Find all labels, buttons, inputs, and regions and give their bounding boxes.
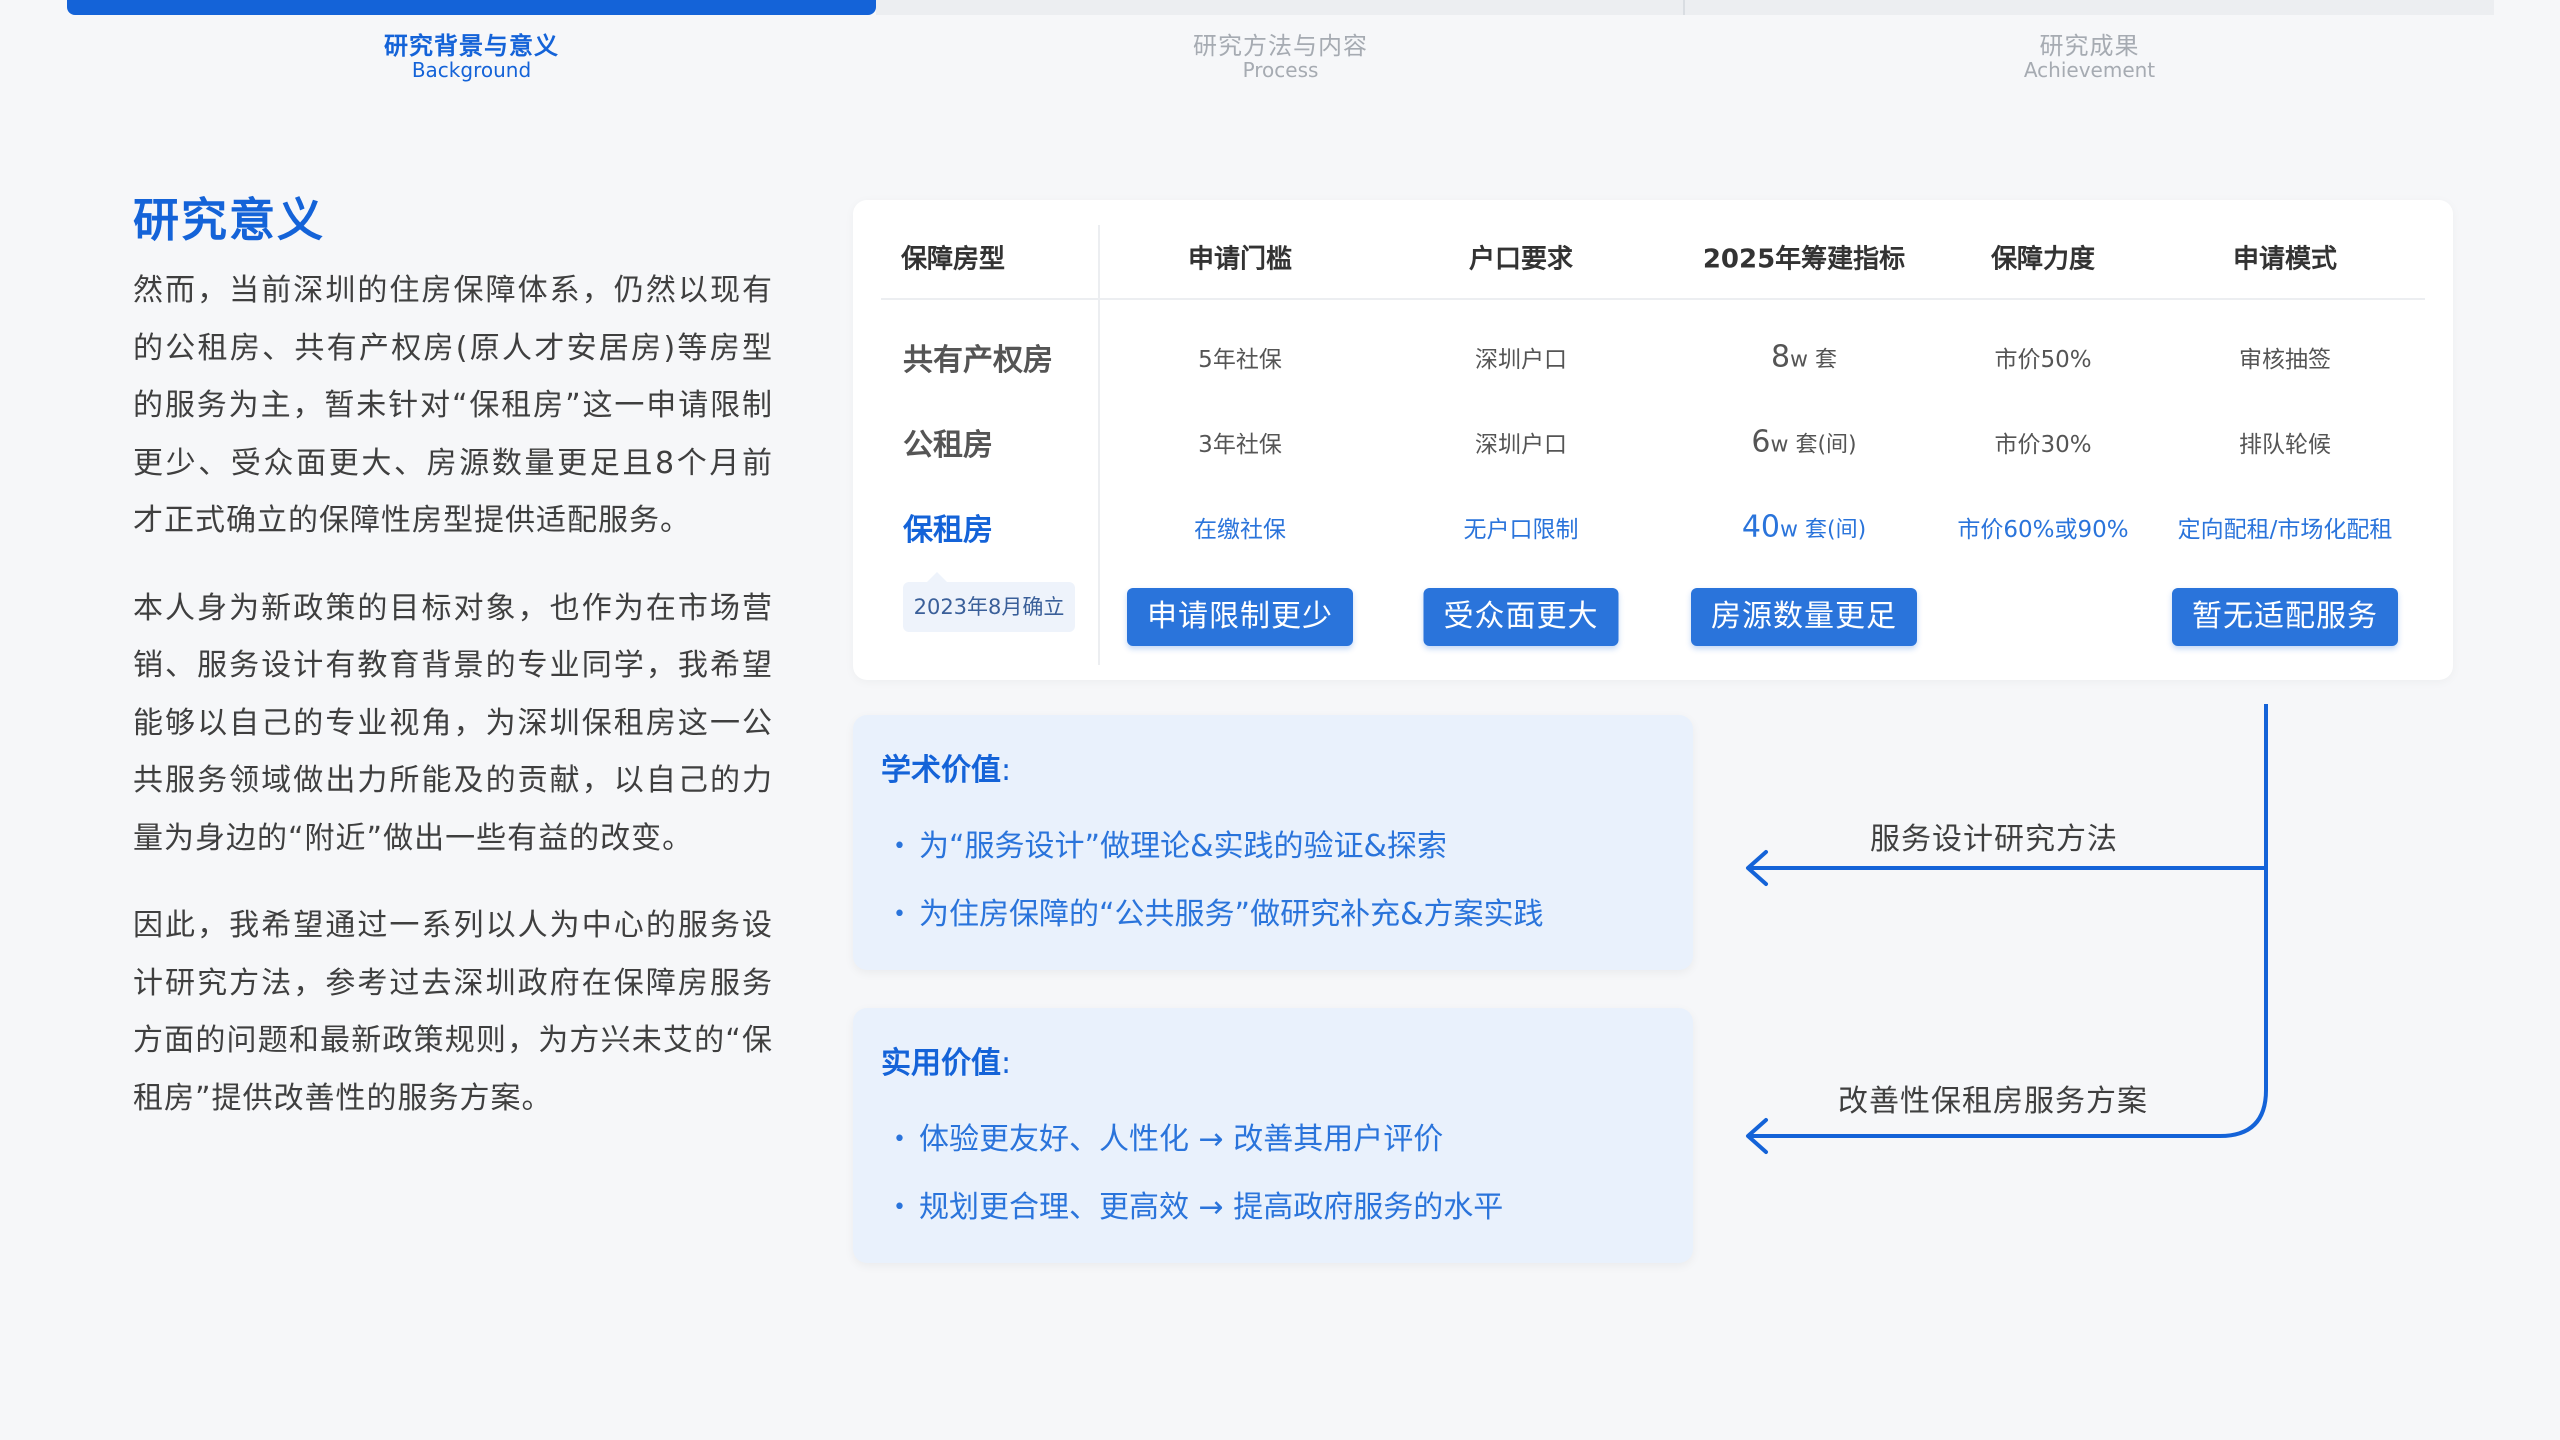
quota-unit: w 套 xyxy=(1790,347,1838,373)
header-housing-type: 保障房型 xyxy=(900,244,1006,275)
tag-no-adapted-service: 暂无适配服务 xyxy=(2172,588,2398,646)
step-tab-subtitle: Achievement xyxy=(2023,58,2156,82)
step-progress-bar xyxy=(876,0,1685,15)
cell-threshold: 在缴社保 xyxy=(1194,517,1286,543)
card-title: 实用价值: xyxy=(881,1038,1011,1082)
tag-more-supply: 房源数量更足 xyxy=(1691,588,1917,646)
paragraph: 然而，当前深圳的住房保障体系，仍然以现有的公租房、共有产权房(原人才安居房)等房… xyxy=(133,273,773,538)
header-strength: 保障力度 xyxy=(1990,244,2096,275)
header-hukou: 户口要求 xyxy=(1468,244,1574,275)
step-tab-title: 研究方法与内容 xyxy=(1193,32,1368,60)
cell-strength: 市价50% xyxy=(1994,347,2092,373)
value-list: 为“服务设计”做理论&实践的验证&探索 为住房保障的“公共服务”做研究补充&方案… xyxy=(881,813,1543,949)
header-threshold: 申请门槛 xyxy=(1187,244,1293,275)
cell-threshold: 5年社保 xyxy=(1198,347,1282,373)
step-tab-background[interactable]: 研究背景与意义 Background xyxy=(67,0,876,130)
cell-hukou: 深圳户口 xyxy=(1475,347,1567,373)
connector-line-solution xyxy=(1750,704,2268,1138)
housing-comparison-table: 保障房型 申请门槛 户口要求 2025年筹建指标 保障力度 申请模式 共有产权房… xyxy=(853,200,2453,680)
tag-fewer-restrictions: 申请限制更少 xyxy=(1127,588,1353,646)
value-list: 体验更友好、人性化 → 改善其用户评价 规划更合理、更高效 → 提高政府服务的水… xyxy=(881,1106,1503,1242)
date-note: 2023年8月确立 xyxy=(903,572,1075,632)
section-title: 研究意义 xyxy=(133,193,325,247)
card-title: 学术价值: xyxy=(881,745,1011,789)
list-item: 为住房保障的“公共服务”做研究补充&方案实践 xyxy=(881,881,1543,949)
list-item: 体验更友好、人性化 → 改善其用户评价 xyxy=(881,1106,1503,1174)
cell-quota: 40w 套(间) xyxy=(1742,510,1866,545)
quota-number: 40 xyxy=(1741,509,1781,545)
step-tab-title: 研究成果 xyxy=(2039,32,2140,60)
step-progress-bar xyxy=(67,0,876,15)
cell-hukou: 无户口限制 xyxy=(1463,517,1579,543)
quota-number: 6 xyxy=(1751,424,1771,460)
row-label: 公租房 xyxy=(903,428,993,463)
card-title-text: 学术价值 xyxy=(881,753,1001,788)
quota-number: 8 xyxy=(1770,339,1791,375)
step-progress-bar xyxy=(1685,0,2494,15)
paragraph: 因此，我希望通过一系列以人为中心的服务设计研究方法，参考过去深圳政府在保障房服务… xyxy=(133,908,773,1116)
header-divider xyxy=(881,298,2425,300)
cell-threshold: 3年社保 xyxy=(1198,432,1282,458)
list-item: 规划更合理、更高效 → 提高政府服务的水平 xyxy=(881,1174,1503,1242)
cell-quota: 8w 套 xyxy=(1771,340,1837,375)
step-tab-subtitle: Background xyxy=(411,58,532,82)
list-item: 为“服务设计”做理论&实践的验证&探索 xyxy=(881,813,1543,881)
paragraph: 本人身为新政策的目标对象，也作为在市场营销、服务设计有教育背景的专业同学，我希望… xyxy=(133,590,773,856)
step-tab-title: 研究背景与意义 xyxy=(384,32,559,60)
step-tab-process[interactable]: 研究方法与内容 Process xyxy=(876,0,1685,130)
research-significance-section: 研究意义 然而，当前深圳的住房保障体系，仍然以现有的公租房、共有产权房(原人才安… xyxy=(133,190,773,1157)
cell-hukou: 深圳户口 xyxy=(1475,432,1567,458)
practical-value-card: 实用价值: 体验更友好、人性化 → 改善其用户评价 规划更合理、更高效 → 提高… xyxy=(853,1008,1693,1263)
cell-strength: 市价30% xyxy=(1994,432,2092,458)
arrow-label-method: 服务设计研究方法 xyxy=(1870,822,2118,857)
header-mode: 申请模式 xyxy=(2232,244,2338,275)
column-divider xyxy=(1098,225,1100,665)
header-quota: 2025年筹建指标 xyxy=(1702,244,1906,275)
card-title-text: 实用价值 xyxy=(881,1046,1001,1081)
step-tabs: 研究背景与意义 Background 研究方法与内容 Process 研究成果 … xyxy=(67,0,2495,130)
cell-mode: 定向配租/市场化配租 xyxy=(2177,517,2393,543)
row-label: 保租房 xyxy=(903,513,993,548)
step-tab-subtitle: Process xyxy=(1242,58,1319,82)
cell-strength: 市价60%或90% xyxy=(1957,517,2129,543)
quota-unit: w 套(间) xyxy=(1770,432,1857,458)
cell-mode: 排队轮候 xyxy=(2239,432,2331,458)
academic-value-card: 学术价值: 为“服务设计”做理论&实践的验证&探索 为住房保障的“公共服务”做研… xyxy=(853,715,1693,970)
card-title-colon: : xyxy=(1001,1046,1012,1081)
step-tab-achievement[interactable]: 研究成果 Achievement xyxy=(1685,0,2494,130)
arrow-label-solution: 改善性保租房服务方案 xyxy=(1838,1084,2148,1119)
cell-quota: 6w 套(间) xyxy=(1751,425,1856,460)
quota-unit: w 套(间) xyxy=(1780,517,1867,543)
cell-mode: 审核抽签 xyxy=(2239,347,2331,373)
row-label: 共有产权房 xyxy=(903,343,1053,378)
card-title-colon: : xyxy=(1001,753,1012,788)
tag-wider-audience: 受众面更大 xyxy=(1423,588,1619,646)
